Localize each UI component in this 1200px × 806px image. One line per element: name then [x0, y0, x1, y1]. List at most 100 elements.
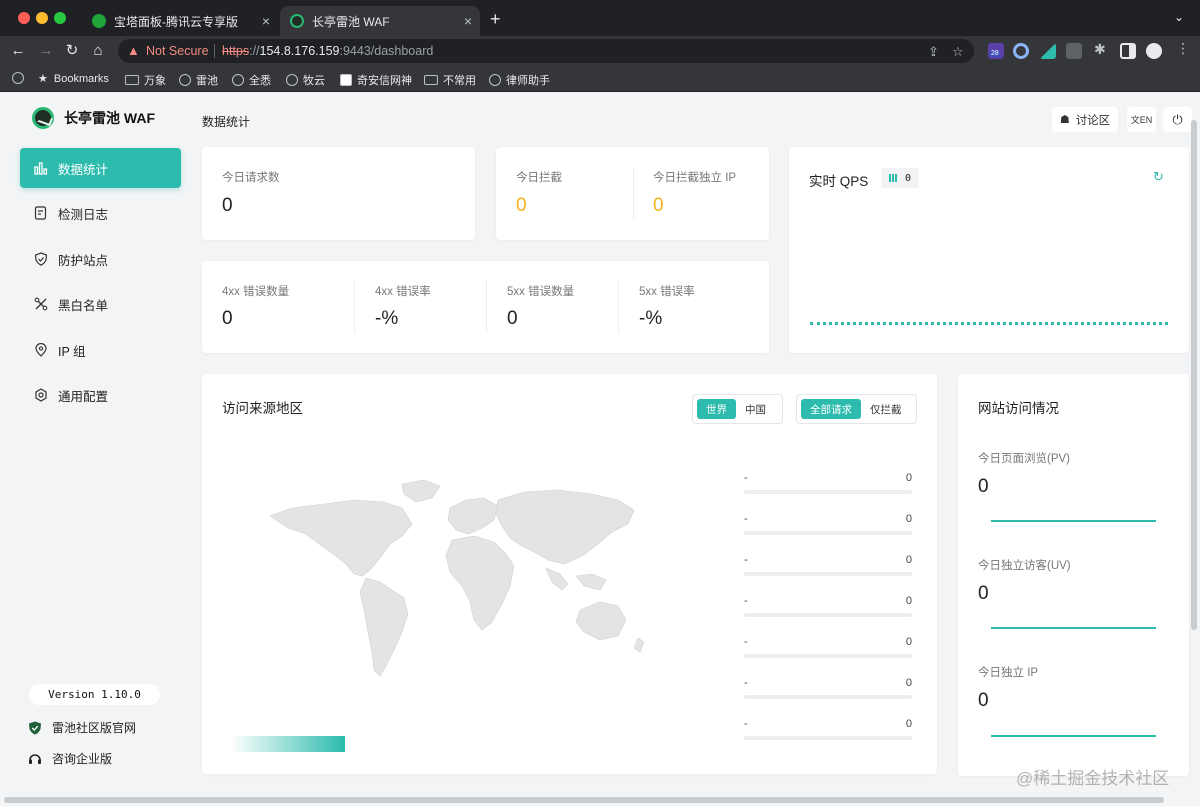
bookmark-folder[interactable]: 万象 [125, 72, 166, 88]
bookmark-item[interactable]: 奇安信网神 [340, 72, 412, 88]
profile-avatar[interactable] [1146, 43, 1162, 59]
scope-option-china[interactable]: 中国 [736, 399, 775, 419]
close-window-button[interactable] [18, 12, 30, 24]
bookmark-item[interactable]: 全悉 [232, 72, 271, 88]
card-title: 网站访问情况 [978, 401, 1059, 416]
bookmark-item[interactable]: ★ Bookmarks [38, 72, 109, 86]
community-site-link[interactable]: 雷池社区版官网 [28, 719, 136, 736]
scope-option-world[interactable]: 世界 [697, 399, 736, 419]
stat-label: 4xx 错误率 [375, 286, 431, 298]
site-icon [340, 74, 352, 86]
sidebar-item-sites[interactable]: 防护站点 [20, 239, 181, 279]
more-menu-icon[interactable]: ⋮ [1176, 40, 1190, 57]
forward-arrow-icon[interactable]: → [36, 41, 56, 61]
version-badge: Version 1.10.0 [29, 684, 160, 705]
region-rank-row: -0 [744, 718, 912, 748]
ip-trend-line [991, 735, 1156, 737]
bookmark-item[interactable]: 牧云 [286, 72, 325, 88]
zoom-window-button[interactable] [54, 12, 66, 24]
baota-favicon-icon [92, 14, 106, 28]
bookmark-item[interactable]: 律师助手 [489, 72, 550, 88]
uv-value: 0 [978, 583, 989, 604]
browser-toolbar: ← → ↻ ⌂ ▲ Not Secure https://154.8.176.1… [0, 36, 1200, 66]
headset-icon [28, 752, 42, 766]
region-rank-row: -0 [744, 595, 912, 625]
africa-shape [445, 535, 515, 631]
map-color-legend [231, 736, 345, 752]
error-stats-card: 4xx 错误数量 0 4xx 错误率 -% 5xx 错误数量 0 5xx 错误率… [202, 261, 769, 353]
sidebar-item-logs[interactable]: 检测日志 [20, 193, 181, 233]
back-arrow-icon[interactable]: ← [8, 41, 28, 61]
sidebar-item-label: 防护站点 [58, 253, 109, 268]
rank-bar [744, 572, 912, 576]
home-icon[interactable]: ⌂ [88, 41, 108, 61]
close-tab-icon[interactable]: × [464, 14, 472, 28]
card-title: 访问来源地区 [222, 401, 303, 416]
url-text[interactable]: https://154.8.176.159:9443/dashboard [222, 44, 433, 58]
greenland-shape [401, 479, 441, 503]
stat-label: 今日拦截 [516, 172, 562, 184]
close-tab-icon[interactable]: × [262, 14, 270, 28]
sidebar-item-ipgroup[interactable]: IP 组 [20, 330, 181, 370]
filter-option-all[interactable]: 全部请求 [801, 399, 861, 419]
sidebar-item-label: IP 组 [58, 344, 86, 359]
language-toggle-button[interactable]: 文EN [1127, 107, 1156, 132]
filter-option-blocked[interactable]: 仅拦截 [861, 399, 911, 419]
omnibox-divider [214, 44, 215, 58]
forum-button[interactable]: ☗ 讨论区 [1052, 107, 1118, 132]
extensions-puzzle-icon[interactable]: ✱ [1094, 41, 1106, 58]
qps-line-chart [810, 322, 1168, 325]
bar-chart-icon [34, 161, 48, 175]
tools-icon [34, 297, 48, 311]
extension-icon[interactable] [1040, 43, 1056, 59]
sidebar-item-label: 通用配置 [58, 389, 109, 404]
world-map[interactable] [262, 464, 662, 694]
enterprise-consult-link[interactable]: 咨询企业版 [28, 750, 112, 767]
log-icon [34, 206, 48, 220]
watermark: @稀土掘金技术社区 [1016, 769, 1170, 788]
north-america-shape [269, 499, 413, 577]
tab-search-chevron-icon[interactable]: ⌄ [1174, 10, 1184, 24]
extension-icon[interactable] [1013, 43, 1029, 59]
browser-tab-baota[interactable]: 宝塔面板-腾讯云专享版 × [82, 6, 278, 36]
stat-label: 今日请求数 [222, 172, 280, 184]
browser-tab-waf[interactable]: 长亭雷池 WAF × [280, 6, 480, 36]
warning-triangle-icon[interactable]: ▲ [127, 43, 140, 58]
extension-icon[interactable]: 28 [988, 43, 1004, 59]
waf-favicon-icon [290, 14, 304, 28]
sidebar-item-label: 数据统计 [58, 162, 109, 177]
share-icon[interactable]: ⇪ [928, 44, 939, 60]
request-filter-toggle: 全部请求 仅拦截 [796, 394, 917, 424]
brand-logo[interactable]: 长亭雷池 WAF [32, 107, 155, 129]
rank-bar [744, 736, 912, 740]
sidebar-item-settings[interactable]: 通用配置 [20, 375, 181, 415]
sidebar-item-blackwhitelist[interactable]: 黑白名单 [20, 284, 181, 324]
region-rank-row: -0 [744, 513, 912, 543]
logout-button[interactable]: ⏻ [1163, 107, 1192, 132]
side-panel-icon[interactable] [1120, 43, 1136, 59]
bookmark-folder[interactable]: 不常用 [424, 72, 476, 88]
security-status[interactable]: Not Secure [146, 44, 209, 58]
reload-icon[interactable]: ↻ [62, 41, 82, 61]
location-icon [34, 343, 48, 357]
sidebar-item-dashboard[interactable]: 数据统计 [20, 148, 181, 188]
stat-label: 今日拦截独立 IP [653, 172, 737, 184]
safeline-shield-icon [28, 721, 42, 735]
vertical-scrollbar[interactable] [1191, 120, 1197, 630]
minimize-window-button[interactable] [36, 12, 48, 24]
realtime-qps-card: 实时 QPS 0 ↻ [789, 147, 1189, 353]
camera-extension-icon[interactable] [1066, 43, 1082, 59]
sidebar-item-label: 黑白名单 [58, 298, 109, 313]
refresh-icon[interactable]: ↻ [1153, 169, 1164, 185]
region-rank-row: -0 [744, 554, 912, 584]
apps-icon[interactable] [12, 72, 24, 84]
horizontal-scrollbar[interactable] [4, 797, 1164, 803]
new-tab-plus-icon[interactable]: + [490, 10, 501, 28]
address-bar[interactable]: ▲ Not Secure https://154.8.176.159:9443/… [118, 39, 974, 63]
gear-icon [34, 388, 48, 402]
bookmark-item[interactable]: 雷池 [179, 72, 218, 88]
stat-label: 5xx 错误率 [639, 286, 695, 298]
bookmark-star-icon[interactable]: ☆ [952, 44, 964, 60]
pv-trend-line [991, 520, 1156, 522]
site-icon [489, 74, 501, 86]
